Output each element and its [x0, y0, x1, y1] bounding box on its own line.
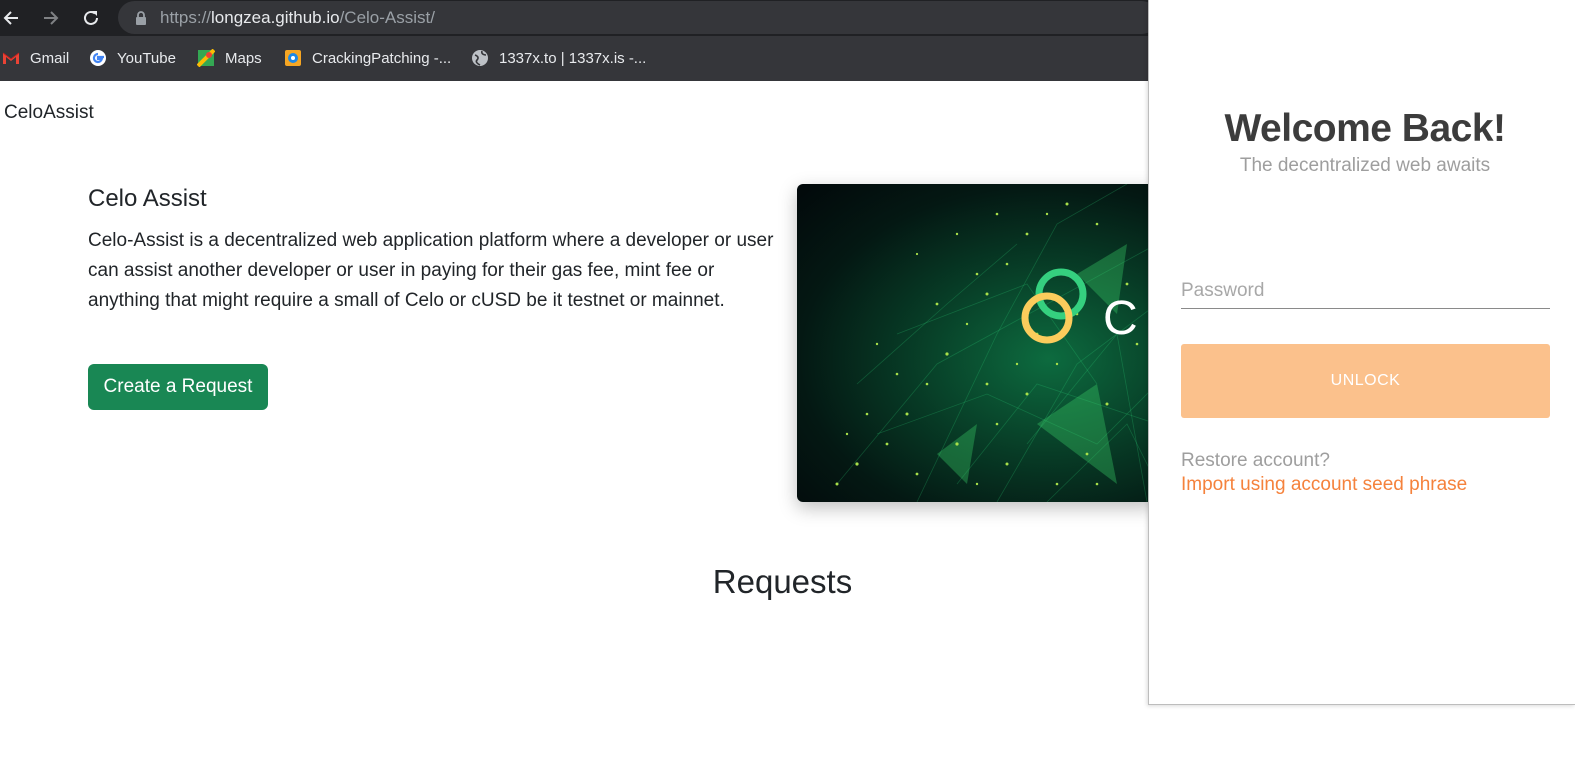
lock-icon [136, 11, 146, 25]
bookmark-label: 1337x.to | 1337x.is -... [499, 49, 647, 67]
restore-account-label: Restore account? [1181, 450, 1330, 471]
gmail-icon [2, 49, 20, 67]
import-seed-phrase-link[interactable]: Import using account seed phrase [1181, 474, 1467, 496]
arrow-left-icon [3, 11, 18, 25]
maps-icon [196, 48, 216, 68]
wallet-popup: Welcome Back! The decentralized web awai… [1148, 0, 1575, 705]
bookmark-gmail[interactable]: Gmail [2, 47, 69, 69]
bookmark-maps[interactable]: Maps [196, 47, 262, 69]
hero-image: C [797, 184, 1157, 502]
url-host: longzea.github.io [211, 8, 340, 27]
wallet-subtitle: The decentralized web awaits [1239, 155, 1491, 176]
unlock-button[interactable]: UNLOCK [1181, 344, 1550, 418]
url-path: /Celo-Assist/ [339, 8, 435, 27]
bookmark-1337x[interactable]: 1337x.to | 1337x.is -... [471, 47, 646, 69]
bookmark-label: Gmail [30, 49, 70, 67]
hero-title: Celo Assist [88, 185, 207, 212]
password-input[interactable] [1181, 273, 1550, 309]
celo-logo-text: C [1103, 292, 1138, 345]
reload-button[interactable] [78, 5, 104, 31]
url-scheme: https:// [160, 8, 212, 27]
back-button[interactable] [0, 5, 24, 31]
create-request-button[interactable]: Create a Request [88, 364, 268, 410]
arrow-right-icon [44, 11, 59, 25]
google-icon [89, 49, 107, 67]
forward-button[interactable] [38, 5, 64, 31]
bookmark-youtube[interactable]: YouTube [89, 47, 176, 69]
site-icon [284, 49, 302, 67]
network-graphic: C [835, 184, 1157, 502]
hero-description: Celo-Assist is a decentralized web appli… [88, 230, 774, 311]
url-text: https://longzea.github.io/Celo-Assist/ [160, 1, 435, 34]
globe-icon [471, 49, 489, 67]
browser-toolbar: https://longzea.github.io/Celo-Assist/ [0, 0, 1158, 36]
bookmark-label: YouTube [117, 49, 176, 67]
bookmark-crackingpatching[interactable]: CrackingPatching -... [284, 47, 451, 69]
navbar-brand[interactable]: CeloAssist [4, 102, 94, 124]
reload-icon [84, 10, 98, 25]
address-bar[interactable]: https://longzea.github.io/Celo-Assist/ [118, 1, 1158, 34]
bookmarks-bar: Gmail YouTube Maps CrackingPatching -...… [0, 36, 1150, 81]
bookmark-label: Maps [225, 49, 262, 67]
wallet-title: Welcome Back! [1224, 107, 1506, 150]
bookmark-label: CrackingPatching -... [312, 49, 452, 67]
